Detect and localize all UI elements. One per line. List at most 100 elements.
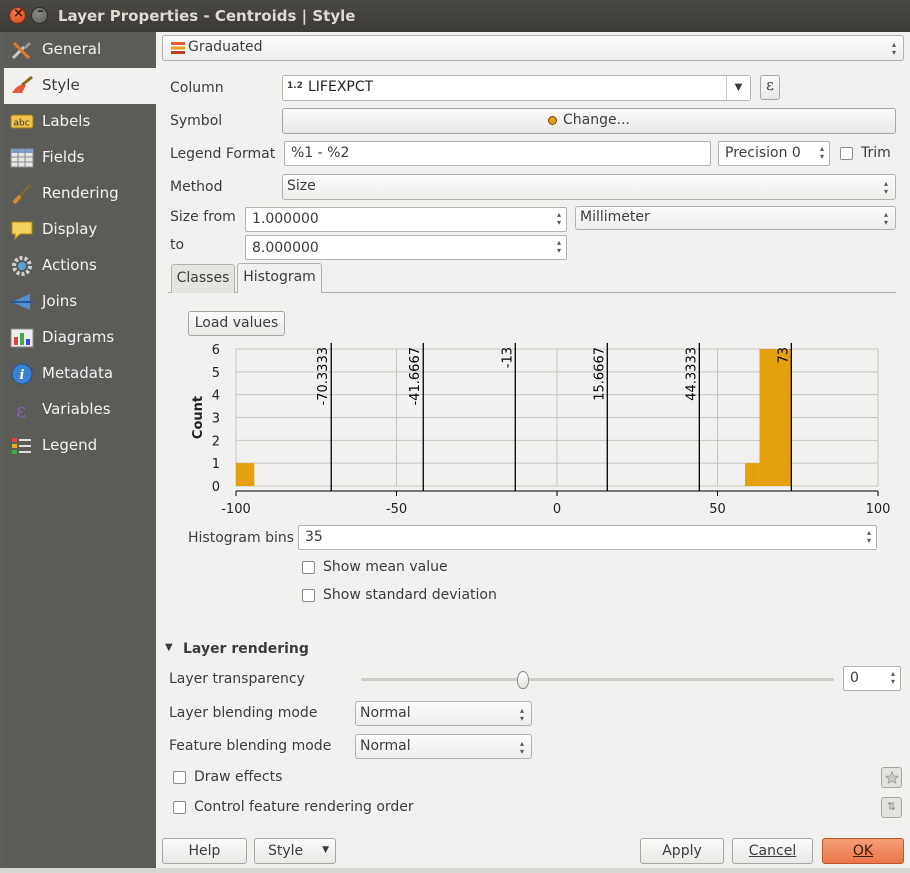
sidebar-item-metadata[interactable]: i Metadata bbox=[4, 356, 156, 392]
size-unit-select[interactable]: Millimeter ▴ ▾ bbox=[575, 206, 896, 230]
transparency-slider-handle[interactable] bbox=[517, 671, 529, 689]
precision-spinbox[interactable]: Precision 0 ▴ ▾ bbox=[718, 141, 830, 166]
legend-format-field[interactable]: %1 - %2 bbox=[284, 141, 711, 166]
apply-button[interactable]: Apply bbox=[640, 838, 724, 864]
size-unit-value: Millimeter bbox=[580, 209, 650, 225]
transparency-slider-track[interactable] bbox=[361, 678, 834, 681]
updown-arrows-icon[interactable]: ▴ ▾ bbox=[888, 670, 898, 686]
histogram-bins-spinbox[interactable]: 35 ▴ ▾ bbox=[298, 525, 877, 550]
dropdown-arrow-icon: ▼ bbox=[322, 845, 329, 855]
style-label: Style bbox=[268, 843, 304, 859]
x-tick-label: 0 bbox=[553, 502, 561, 517]
sidebar-item-label: Fields bbox=[42, 148, 85, 166]
size-to-label: to bbox=[170, 237, 185, 253]
y-tick-label: 4 bbox=[212, 389, 220, 404]
expression-button[interactable]: ε bbox=[760, 75, 780, 100]
trim-checkbox[interactable] bbox=[840, 147, 853, 160]
svg-text:abc: abc bbox=[14, 119, 30, 129]
y-tick-label: 3 bbox=[212, 412, 220, 427]
updown-arrows-icon: ▴ ▾ bbox=[883, 210, 888, 227]
x-tick-label: 100 bbox=[866, 502, 891, 517]
histogram-bins-value: 35 bbox=[305, 529, 323, 545]
layer-rendering-title[interactable]: Layer rendering bbox=[183, 641, 309, 657]
star-icon bbox=[885, 771, 899, 785]
size-to-spinbox[interactable]: 8.000000 ▴ ▾ bbox=[245, 235, 567, 260]
sidebar-item-label: Diagrams bbox=[42, 328, 115, 346]
feature-blend-value: Normal bbox=[360, 738, 411, 754]
size-from-spinbox[interactable]: 1.000000 ▴ ▾ bbox=[245, 207, 567, 232]
sidebar-item-label: General bbox=[42, 40, 102, 58]
size-from-label: Size from bbox=[170, 209, 236, 225]
diagram-icon bbox=[10, 328, 34, 348]
class-break-label: -41.6667 bbox=[408, 347, 423, 405]
x-tick-label: -50 bbox=[386, 502, 407, 517]
layer-blend-select[interactable]: Normal ▴ ▾ bbox=[355, 701, 532, 726]
legend-format-label: Legend Format bbox=[170, 146, 276, 162]
help-button[interactable]: Help bbox=[162, 838, 247, 864]
layer-blend-label: Layer blending mode bbox=[169, 705, 318, 721]
style-menu-button[interactable]: Style ▼ bbox=[254, 838, 336, 864]
show-mean-label: Show mean value bbox=[323, 559, 448, 575]
draw-effects-checkbox[interactable] bbox=[173, 771, 186, 784]
feature-blend-label: Feature blending mode bbox=[169, 738, 332, 754]
sidebar-item-fields[interactable]: Fields bbox=[4, 140, 156, 176]
show-mean-checkbox[interactable] bbox=[302, 561, 315, 574]
info-icon: i bbox=[11, 363, 33, 385]
sidebar-item-style[interactable]: Style bbox=[4, 68, 156, 104]
show-std-label: Show standard deviation bbox=[323, 587, 497, 603]
sidebar-item-label: Style bbox=[42, 76, 80, 94]
window-minimize-button[interactable]: – bbox=[31, 4, 48, 24]
column-select[interactable]: 1.2 LIFEXPCT ▼ bbox=[282, 75, 751, 101]
transparency-value: 0 bbox=[850, 670, 859, 686]
tab-classes[interactable]: Classes bbox=[171, 264, 235, 293]
sidebar-item-actions[interactable]: Actions bbox=[4, 248, 156, 284]
collapse-triangle-icon[interactable]: ▼ bbox=[165, 642, 173, 653]
feature-blend-select[interactable]: Normal ▴ ▾ bbox=[355, 734, 532, 759]
updown-arrows-icon[interactable]: ▴ ▾ bbox=[554, 211, 564, 227]
cancel-label: Cancel bbox=[748, 843, 797, 859]
ok-button[interactable]: OK bbox=[822, 838, 904, 864]
sidebar-item-joins[interactable]: Joins bbox=[4, 284, 156, 320]
effects-settings-button[interactable] bbox=[881, 767, 902, 788]
renderer-select[interactable]: Graduated ▴ ▾ bbox=[162, 35, 904, 61]
updown-arrows-icon[interactable]: ▴ ▾ bbox=[554, 239, 564, 255]
updown-arrows-icon[interactable]: ▴ ▾ bbox=[817, 145, 827, 161]
sidebar-item-label: Rendering bbox=[42, 184, 119, 202]
status-bar bbox=[0, 868, 910, 873]
sort-order-button[interactable]: ⇅ bbox=[881, 797, 902, 818]
sidebar-item-rendering[interactable]: Rendering bbox=[4, 176, 156, 212]
cancel-button[interactable]: Cancel bbox=[732, 838, 813, 864]
sidebar-item-labels[interactable]: abc Labels bbox=[4, 104, 156, 140]
sidebar: General Style abc Labels Fields Renderin… bbox=[4, 32, 156, 868]
svg-text:i: i bbox=[20, 368, 25, 383]
y-tick-label: 0 bbox=[212, 480, 220, 495]
histogram-bins-label: Histogram bins bbox=[188, 530, 295, 546]
updown-arrows-icon: ▴ ▾ bbox=[519, 739, 524, 756]
sidebar-item-legend[interactable]: Legend bbox=[4, 428, 156, 464]
sidebar-item-diagrams[interactable]: Diagrams bbox=[4, 320, 156, 356]
control-order-checkbox[interactable] bbox=[173, 801, 186, 814]
method-label: Method bbox=[170, 179, 223, 195]
method-select[interactable]: Size ▴ ▾ bbox=[282, 174, 896, 200]
sidebar-item-general[interactable]: General bbox=[4, 32, 156, 68]
updown-arrows-icon: ▴ ▾ bbox=[883, 179, 888, 196]
paintbrush-icon bbox=[12, 75, 33, 93]
speech-bubble-icon bbox=[11, 221, 33, 241]
change-symbol-button[interactable]: Change... bbox=[282, 108, 896, 134]
updown-arrows-icon[interactable]: ▴ ▾ bbox=[864, 529, 874, 545]
show-std-checkbox[interactable] bbox=[302, 589, 315, 602]
tab-histogram[interactable]: Histogram bbox=[237, 263, 322, 293]
window-close-button[interactable]: × bbox=[9, 6, 26, 24]
sidebar-item-display[interactable]: Display bbox=[4, 212, 156, 248]
class-break-label: -70.3333 bbox=[316, 347, 331, 405]
chevron-down-icon[interactable]: ▼ bbox=[726, 76, 750, 100]
class-break-label: 15.6667 bbox=[592, 347, 607, 401]
legend-format-value: %1 - %2 bbox=[291, 145, 350, 161]
sidebar-item-label: Labels bbox=[42, 112, 91, 130]
transparency-spinbox[interactable]: 0 ▴ ▾ bbox=[843, 666, 901, 691]
column-label: Column bbox=[170, 80, 224, 96]
sidebar-item-label: Legend bbox=[42, 436, 98, 454]
load-values-button[interactable]: Load values bbox=[188, 311, 285, 336]
wrench-icon bbox=[11, 41, 31, 60]
sidebar-item-variables[interactable]: ε Variables bbox=[4, 392, 156, 428]
